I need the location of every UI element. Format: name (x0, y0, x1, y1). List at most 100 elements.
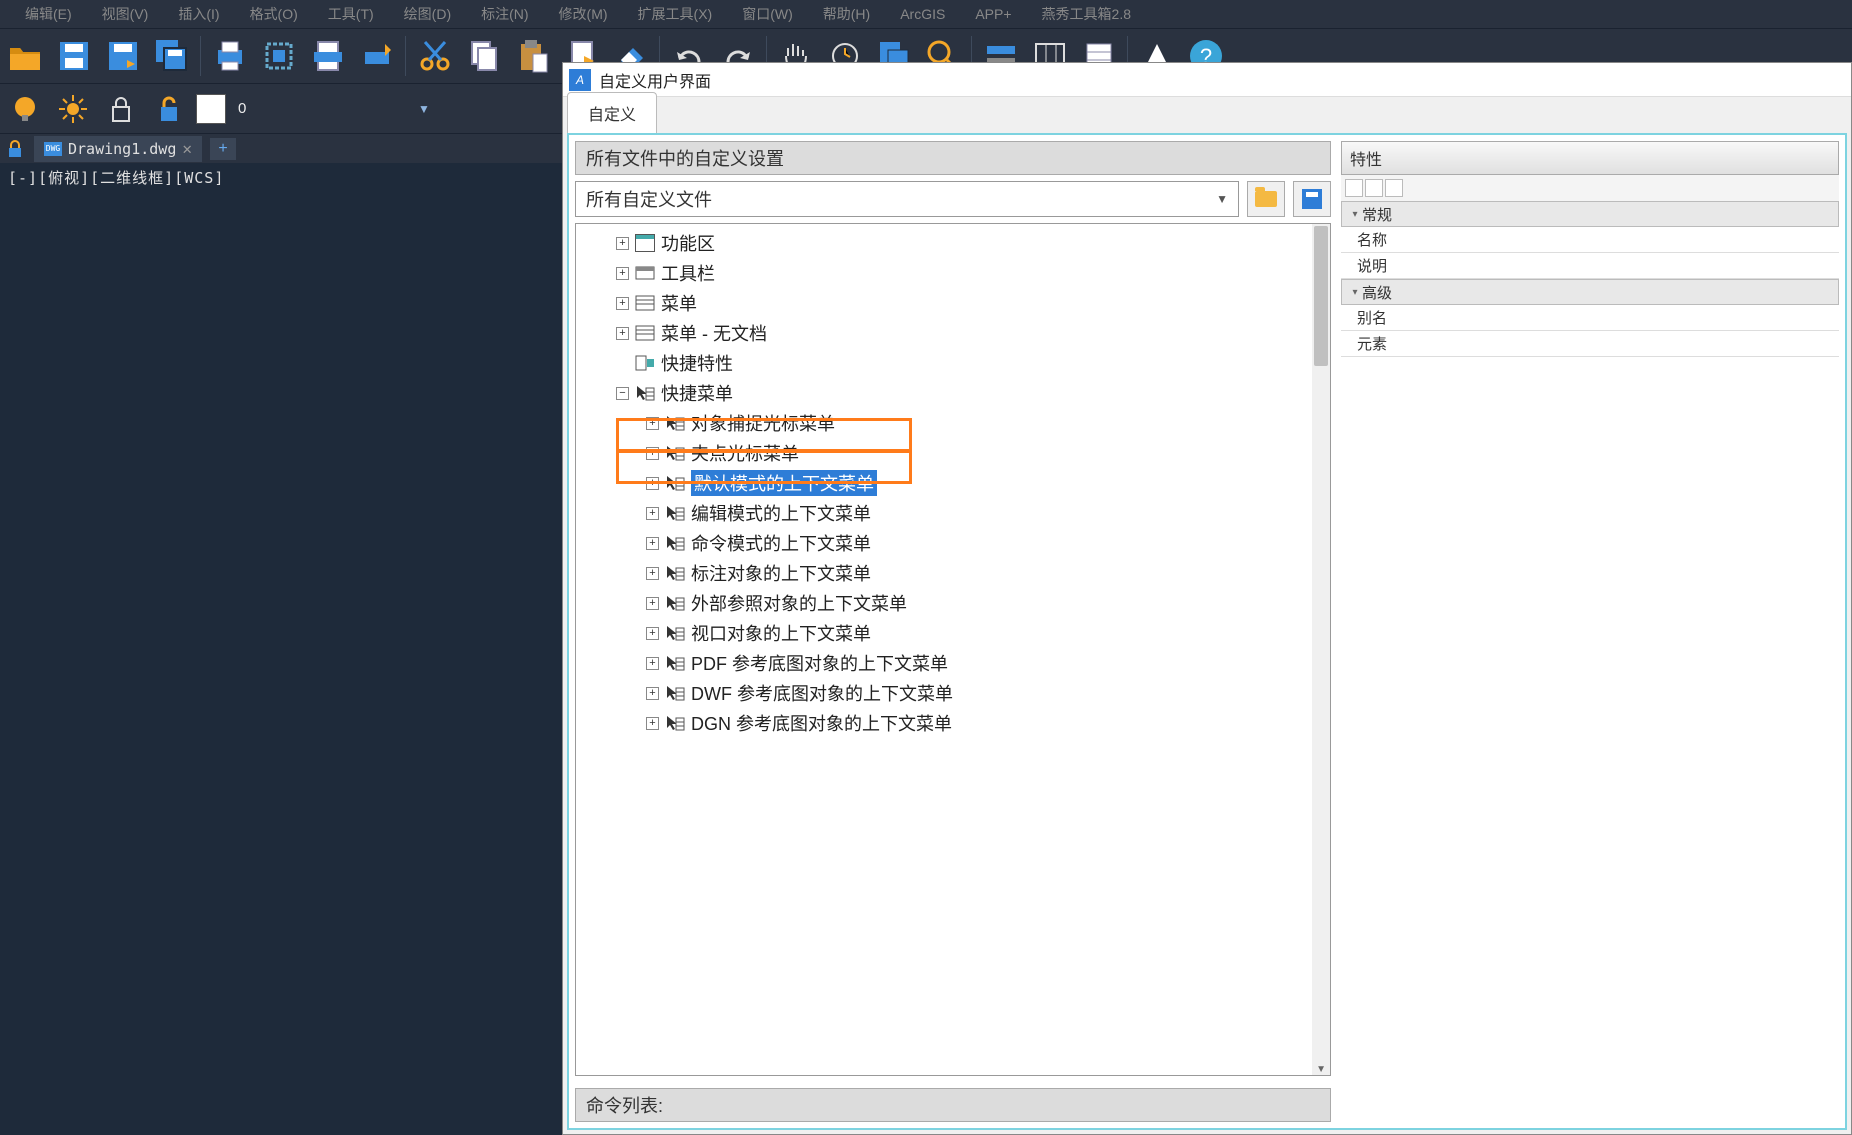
menu-format[interactable]: 格式(O) (235, 0, 313, 28)
prop-row-alias[interactable]: 别名 (1341, 305, 1839, 331)
cui-file-dropdown[interactable]: 所有自定义文件 ▼ (575, 181, 1239, 217)
tree-item[interactable]: +DWF 参考底图对象的上下文菜单 (576, 678, 1330, 708)
menu-tools[interactable]: 工具(T) (313, 0, 389, 28)
expand-icon[interactable]: + (646, 447, 659, 460)
tree-item[interactable]: +菜单 - 无文档 (576, 318, 1330, 348)
tree-item[interactable]: +功能区 (576, 228, 1330, 258)
close-tab-icon[interactable]: ✕ (182, 139, 192, 158)
expand-icon[interactable]: + (616, 327, 629, 340)
prop-row-name[interactable]: 名称 (1341, 227, 1839, 253)
prop-az-icon[interactable] (1365, 179, 1383, 197)
expand-icon[interactable]: + (646, 717, 659, 730)
new-tab-button[interactable]: + (210, 138, 236, 160)
print-button[interactable] (207, 34, 252, 79)
expand-icon[interactable]: + (646, 477, 659, 490)
layer-bulb-icon[interactable] (4, 88, 46, 130)
expand-icon[interactable]: + (616, 297, 629, 310)
scroll-thumb[interactable] (1314, 226, 1328, 366)
right-panel: 特性 ▾常规 名称 说明 ▾高级 别名 元素 (1341, 141, 1839, 1122)
dialog-tabs: 自定义 (563, 97, 1851, 133)
scroll-down-icon[interactable]: ▼ (1316, 1064, 1326, 1075)
expand-icon[interactable]: + (646, 537, 659, 550)
saveas-button[interactable] (100, 34, 145, 79)
tree-item[interactable]: + 外部参照对象的上下文菜单 (576, 588, 1330, 618)
dwg-badge-icon: DWG (44, 142, 62, 156)
prop-row-desc[interactable]: 说明 (1341, 253, 1839, 279)
menu-help[interactable]: 帮助(H) (808, 0, 885, 28)
dialog-titlebar[interactable]: A 自定义用户界面 (563, 63, 1851, 97)
tree-item[interactable]: +菜单 (576, 288, 1330, 318)
tree-item[interactable]: 快捷特性 (576, 348, 1330, 378)
layer-name-field[interactable]: 0 (232, 95, 412, 123)
properties-header: 特性 (1341, 141, 1839, 175)
viewport-label[interactable]: [-][俯视][二维线框][WCS] (8, 167, 224, 188)
dropdown-row: 所有自定义文件 ▼ (575, 181, 1331, 217)
tree-item[interactable]: +夹点光标菜单 (576, 438, 1330, 468)
prop-row-element[interactable]: 元素 (1341, 331, 1839, 357)
publish-button[interactable] (354, 34, 399, 79)
prop-group-advanced-header[interactable]: ▾高级 (1341, 279, 1839, 305)
layer-unlock-icon[interactable] (148, 88, 190, 130)
tab-customize[interactable]: 自定义 (567, 92, 657, 133)
tree-item-label: 外部参照对象的上下文菜单 (691, 590, 907, 616)
menu-modify[interactable]: 修改(M) (544, 0, 623, 28)
menu-draw[interactable]: 绘图(D) (389, 0, 466, 28)
tree-item[interactable]: −快捷菜单 (576, 378, 1330, 408)
expand-icon[interactable]: + (646, 597, 659, 610)
paste-button[interactable] (510, 34, 555, 79)
layer-dropdown-icon[interactable]: ▼ (418, 102, 430, 116)
open-button[interactable] (2, 34, 47, 79)
expand-icon[interactable]: + (646, 567, 659, 580)
expand-icon[interactable]: + (646, 687, 659, 700)
tree-item[interactable]: +命令模式的上下文菜单 (576, 528, 1330, 558)
tree-item[interactable]: +视口对象的上下文菜单 (576, 618, 1330, 648)
print-preview-button[interactable] (256, 34, 301, 79)
copy-button[interactable] (461, 34, 506, 79)
tree-item[interactable]: +编辑模式的上下文菜单 (576, 498, 1330, 528)
expand-icon[interactable]: + (646, 657, 659, 670)
tree-scrollbar[interactable]: ▲ ▼ (1312, 224, 1330, 1075)
menu-insert[interactable]: 插入(I) (163, 0, 234, 28)
collapse-icon[interactable]: − (616, 387, 629, 400)
drawing-tab[interactable]: DWG Drawing1.dwg ✕ (34, 136, 202, 162)
tree-item-label: 对象捕捉光标菜单 (691, 410, 835, 436)
menu-yanxiu[interactable]: 燕秀工具箱2.8 (1027, 0, 1146, 28)
layer-lock-icon[interactable] (100, 88, 142, 130)
prop-sort-icon[interactable] (1345, 179, 1363, 197)
menu-ext-tools[interactable]: 扩展工具(X) (623, 0, 728, 28)
page-setup-button[interactable] (305, 34, 350, 79)
save-file-button[interactable] (1293, 181, 1331, 217)
folder-icon (1255, 191, 1277, 207)
customize-tree[interactable]: +功能区+工具栏+菜单+菜单 - 无文档快捷特性−快捷菜单+对象捕捉光标菜单+夹… (576, 224, 1330, 742)
menu-window[interactable]: 窗口(W) (727, 0, 808, 28)
expand-icon[interactable]: + (646, 507, 659, 520)
prop-group-general-header[interactable]: ▾常规 (1341, 201, 1839, 227)
menu-app-plus[interactable]: APP+ (960, 2, 1026, 26)
layer-color-swatch[interactable] (196, 94, 226, 124)
tree-item[interactable]: +标注对象的上下文菜单 (576, 558, 1330, 588)
expand-icon[interactable]: + (646, 627, 659, 640)
expand-icon[interactable]: + (616, 267, 629, 280)
prop-label-element: 元素 (1341, 333, 1391, 354)
tree-item-label: 工具栏 (661, 260, 715, 286)
tree-item[interactable]: + 工具栏 (576, 258, 1330, 288)
tree-item[interactable]: +默认模式的上下文菜单 (576, 468, 1330, 498)
tree-item[interactable]: + PDF 参考底图对象的上下文菜单 (576, 648, 1330, 678)
expand-icon[interactable]: + (616, 237, 629, 250)
menu-view[interactable]: 视图(V) (87, 0, 164, 28)
save-all-button[interactable] (149, 34, 194, 79)
open-file-button[interactable] (1247, 181, 1285, 217)
cut-button[interactable] (412, 34, 457, 79)
prop-page-icon[interactable] (1385, 179, 1403, 197)
prop-group-advanced: ▾高级 别名 元素 (1341, 279, 1839, 357)
save-button[interactable] (51, 34, 96, 79)
dialog-body: 所有文件中的自定义设置 所有自定义文件 ▼ +功能区+工具栏+菜单+菜单 - 无… (567, 133, 1847, 1130)
menu-edit[interactable]: 编辑(E) (10, 0, 87, 28)
menu-arcgis[interactable]: ArcGIS (885, 2, 960, 26)
layer-sun-icon[interactable] (52, 88, 94, 130)
tree-item[interactable]: +DGN 参考底图对象的上下文菜单 (576, 708, 1330, 738)
expand-icon[interactable]: + (646, 417, 659, 430)
tree-item[interactable]: + 对象捕捉光标菜单 (576, 408, 1330, 438)
tree-item-label: PDF 参考底图对象的上下文菜单 (691, 650, 948, 676)
menu-annotate[interactable]: 标注(N) (466, 0, 543, 28)
